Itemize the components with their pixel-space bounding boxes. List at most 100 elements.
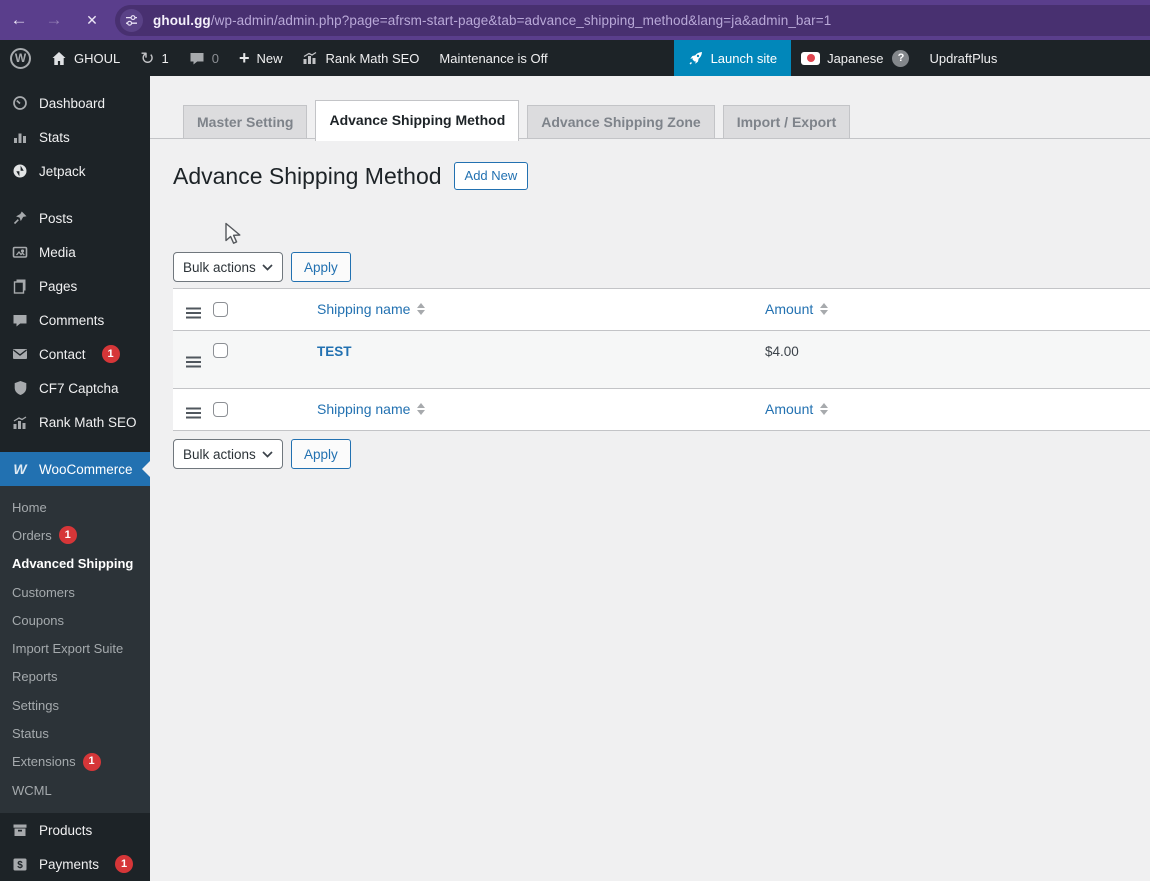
submenu-item-customers[interactable]: Customers	[0, 578, 150, 606]
sidebar-item-stats[interactable]: Stats	[0, 120, 150, 154]
updates-menu[interactable]: ↻ 1	[130, 40, 178, 76]
comment-icon	[190, 52, 204, 64]
rank-math-menu[interactable]: Rank Math SEO	[292, 40, 429, 76]
bulk-actions-select[interactable]: Bulk actions	[173, 439, 283, 469]
site-name-label: GHOUL	[74, 50, 121, 66]
jetpack-icon	[10, 163, 30, 179]
comments-menu[interactable]: 0	[179, 40, 229, 76]
rank-math-label: Rank Math SEO	[325, 50, 420, 66]
url-host: ghoul.gg	[153, 12, 211, 28]
sidebar-item-payments[interactable]: $ Payments 1	[0, 847, 150, 881]
table-footer-row: Shipping name Amount	[173, 389, 1150, 431]
chevron-down-icon	[262, 263, 273, 271]
sort-amount[interactable]: Amount	[765, 401, 829, 417]
wp-logo-menu[interactable]: W	[0, 40, 41, 76]
tab-import-export[interactable]: Import / Export	[722, 105, 851, 138]
browser-close-icon[interactable]: ✕	[79, 0, 105, 40]
bulk-actions-select[interactable]: Bulk actions	[173, 252, 283, 282]
sidebar-item-label: Rank Math SEO	[39, 414, 137, 430]
woocommerce-submenu: Home Orders 1 Advanced Shipping Customers…	[0, 486, 150, 814]
drag-handle-icon[interactable]	[185, 361, 201, 363]
browser-back-icon[interactable]: ←	[6, 0, 32, 40]
apply-button[interactable]: Apply	[291, 252, 351, 282]
address-bar[interactable]: ghoul.gg/wp-admin/admin.php?page=afrsm-s…	[115, 4, 1150, 36]
select-row-checkbox[interactable]	[213, 343, 228, 358]
sidebar-item-comments[interactable]: Comments	[0, 303, 150, 337]
url-text: ghoul.gg/wp-admin/admin.php?page=afrsm-s…	[153, 13, 831, 28]
updraftplus-label: UpdraftPlus	[929, 50, 998, 66]
bulk-actions-label: Bulk actions	[183, 446, 256, 462]
launch-site-label: Launch site	[710, 50, 778, 66]
shipping-method-link[interactable]: TEST	[317, 344, 352, 359]
drag-handle-icon[interactable]	[185, 312, 201, 314]
updraftplus-menu[interactable]: UpdraftPlus	[919, 40, 1007, 76]
site-name-menu[interactable]: GHOUL	[41, 40, 130, 76]
sidebar-item-label: Posts	[39, 210, 73, 226]
shipping-methods-table: Shipping name Amount TEST $4.00 Shipping…	[173, 288, 1150, 431]
submenu-item-home[interactable]: Home	[0, 493, 150, 521]
dashboard-icon	[10, 95, 30, 111]
sidebar-item-pages[interactable]: Pages	[0, 269, 150, 303]
sort-shipping-name[interactable]: Shipping name	[317, 301, 426, 317]
media-icon	[10, 244, 30, 260]
sidebar-item-woocommerce[interactable]: W WooCommerce	[0, 452, 150, 486]
drag-handle-icon[interactable]	[185, 412, 201, 414]
submenu-item-wcml[interactable]: WCML	[0, 776, 150, 804]
extensions-count-badge: 1	[82, 752, 101, 771]
sidebar-item-label: Contact	[39, 346, 86, 362]
tab-advance-shipping-method[interactable]: Advance Shipping Method	[315, 100, 520, 141]
new-label: New	[256, 50, 283, 66]
sidebar-item-label: Media	[39, 244, 76, 260]
sort-arrows-icon	[417, 302, 426, 315]
submenu-item-settings[interactable]: Settings	[0, 691, 150, 719]
submenu-item-orders[interactable]: Orders 1	[0, 521, 150, 549]
submenu-item-coupons[interactable]: Coupons	[0, 606, 150, 634]
help-icon[interactable]: ?	[892, 49, 910, 67]
mail-icon	[10, 347, 30, 361]
wordpress-logo-icon: W	[10, 47, 31, 69]
submenu-item-reports[interactable]: Reports	[0, 663, 150, 691]
bulk-actions-top: Bulk actions Apply	[173, 252, 1150, 282]
sidebar-item-jetpack[interactable]: Jetpack	[0, 154, 150, 188]
sidebar-item-label: Pages	[39, 278, 78, 294]
bulk-actions-label: Bulk actions	[183, 259, 256, 275]
contact-count-badge: 1	[101, 345, 120, 363]
site-info-icon[interactable]	[120, 8, 143, 32]
page-title-row: Advance Shipping Method Add New	[173, 161, 1150, 191]
sort-amount[interactable]: Amount	[765, 301, 829, 317]
home-icon	[52, 51, 66, 65]
comments-icon	[10, 313, 30, 328]
tab-advance-shipping-zone[interactable]: Advance Shipping Zone	[527, 105, 715, 138]
settings-tabs: Master Setting Advance Shipping Method A…	[150, 100, 1150, 141]
sidebar-item-products[interactable]: Products	[0, 813, 150, 847]
submenu-item-advanced-shipping[interactable]: Advanced Shipping	[0, 550, 150, 578]
submenu-item-import-export-suite[interactable]: Import Export Suite	[0, 634, 150, 662]
url-path: /wp-admin/admin.php?page=afrsm-start-pag…	[210, 12, 832, 28]
japan-flag-icon	[801, 51, 821, 65]
sidebar-item-rank-math[interactable]: Rank Math SEO	[0, 405, 150, 439]
apply-button[interactable]: Apply	[291, 439, 351, 469]
select-all-checkbox[interactable]	[213, 302, 228, 317]
chevron-down-icon	[262, 450, 273, 458]
sidebar-item-contact[interactable]: Contact 1	[0, 337, 150, 371]
sort-shipping-name[interactable]: Shipping name	[317, 401, 426, 417]
sidebar-item-media[interactable]: Media	[0, 235, 150, 269]
chart-icon	[303, 51, 317, 64]
bulk-actions-bottom: Bulk actions Apply	[173, 439, 1150, 469]
launch-site-button[interactable]: Launch site	[673, 40, 792, 76]
sidebar-item-dashboard[interactable]: Dashboard	[0, 86, 150, 120]
add-new-button[interactable]: Add New	[453, 162, 529, 190]
language-menu[interactable]: Japanese ?	[791, 40, 919, 76]
admin-sidebar: Dashboard Stats Jetpack Posts Media Page…	[0, 76, 150, 881]
sidebar-item-cf7-captcha[interactable]: CF7 Captcha	[0, 371, 150, 405]
submenu-item-status[interactable]: Status	[0, 719, 150, 747]
maintenance-menu[interactable]: Maintenance is Off	[429, 40, 557, 76]
tune-icon	[126, 14, 137, 26]
sidebar-item-label: CF7 Captcha	[39, 380, 119, 396]
sidebar-item-posts[interactable]: Posts	[0, 201, 150, 235]
new-content-menu[interactable]: + New	[229, 40, 293, 76]
tab-master-setting[interactable]: Master Setting	[183, 105, 308, 138]
submenu-item-extensions[interactable]: Extensions 1	[0, 748, 150, 776]
browser-forward-icon[interactable]: →	[41, 0, 67, 40]
select-all-checkbox[interactable]	[213, 402, 228, 417]
